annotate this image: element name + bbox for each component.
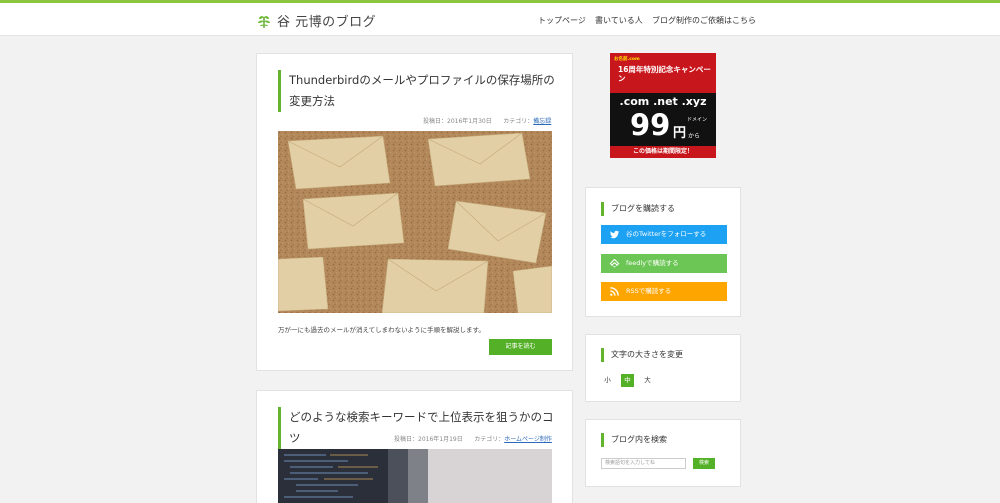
font-size-small-button[interactable]: 小 bbox=[601, 374, 614, 387]
twitter-follow-button[interactable]: 谷のTwitterをフォローする bbox=[601, 225, 727, 244]
ad-brand: お名前.com bbox=[614, 57, 640, 62]
feedly-subscribe-button[interactable]: feedlyで購読する bbox=[601, 254, 727, 273]
feedly-icon bbox=[609, 258, 620, 268]
read-more-button[interactable]: 記事を読む bbox=[489, 339, 552, 355]
feedly-button-label: feedlyで購読する bbox=[626, 259, 679, 267]
category-label: カテゴリ： bbox=[474, 436, 505, 443]
post-date: 投稿日：2016年1月19日 bbox=[394, 436, 463, 443]
post-card: どのような検索キーワードで上位表示を狙うかのコツ 投稿日：2016年1月19日 … bbox=[256, 390, 573, 503]
site-logo[interactable]: 谷 元博のブログ bbox=[256, 11, 376, 30]
category-label: カテゴリ： bbox=[503, 118, 534, 125]
post-meta: 投稿日：2016年1月30日 カテゴリ：備忘録 bbox=[423, 116, 551, 125]
ad-currency: 円 bbox=[673, 126, 687, 141]
ad-from: から bbox=[688, 133, 701, 140]
post-thumbnail[interactable] bbox=[278, 131, 552, 313]
ad-banner[interactable]: お名前.com 16周年特別記念キャンペーン .com .net .xyz 99… bbox=[610, 53, 716, 158]
post-title[interactable]: Thunderbirdのメールやプロファイルの保存場所の変更方法 bbox=[278, 70, 558, 112]
site-title: 谷 元博のブログ bbox=[277, 15, 377, 30]
nav-request[interactable]: ブログ制作のご依頼はこちら bbox=[652, 15, 756, 26]
rss-icon bbox=[610, 287, 619, 296]
ad-headline: 16周年特別記念キャンペーン bbox=[618, 65, 711, 83]
post-card: Thunderbirdのメールやプロファイルの保存場所の変更方法 投稿日：201… bbox=[256, 53, 573, 371]
ad-domain-label: ドメイン bbox=[687, 117, 708, 123]
widget-title: 文字の大きさを変更 bbox=[601, 348, 683, 362]
rss-button-label: RSSで購読する bbox=[626, 287, 672, 295]
widget-title: ブログを購読する bbox=[601, 202, 675, 216]
post-thumbnail[interactable] bbox=[278, 449, 552, 503]
post-excerpt: 万が一にも過去のメールが消えてしまわないように手順を解説します。 bbox=[278, 326, 485, 334]
font-size-large-button[interactable]: 大 bbox=[641, 374, 654, 387]
subscribe-widget: ブログを購読する 谷のTwitterをフォローする feedlyで購読する RS… bbox=[585, 187, 741, 317]
post-category-link[interactable]: 備忘録 bbox=[533, 118, 551, 125]
ad-price-block: 99 円 ドメイン から bbox=[630, 108, 716, 142]
search-widget: ブログ内を検索 検索語句を入力してね 検索 bbox=[585, 419, 741, 487]
twitter-button-label: 谷のTwitterをフォローする bbox=[626, 230, 707, 238]
site-header: 谷 元博のブログ トップページ 書いている人 ブログ制作のご依頼はこちら bbox=[0, 3, 1000, 36]
font-size-medium-button[interactable]: 中 bbox=[621, 374, 634, 387]
twitter-bird-icon bbox=[610, 230, 620, 239]
rss-subscribe-button[interactable]: RSSで購読する bbox=[601, 282, 727, 301]
leaf-logo-icon bbox=[258, 15, 270, 28]
post-meta: 投稿日：2016年1月19日 カテゴリ：ホームページ制作 bbox=[394, 434, 552, 443]
search-button[interactable]: 検索 bbox=[693, 458, 715, 469]
post-category-link[interactable]: ホームページ制作 bbox=[504, 436, 552, 443]
post-date: 投稿日：2016年1月30日 bbox=[423, 118, 492, 125]
widget-title: ブログ内を検索 bbox=[601, 433, 667, 447]
ad-footer: この価格は期間限定！ bbox=[610, 146, 716, 158]
ad-tlds: .com .net .xyz bbox=[619, 95, 707, 108]
nav-top-page[interactable]: トップページ bbox=[538, 15, 586, 26]
font-size-widget: 文字の大きさを変更 小 中 大 bbox=[585, 334, 741, 402]
search-input[interactable]: 検索語句を入力してね bbox=[601, 458, 686, 469]
nav-author[interactable]: 書いている人 bbox=[595, 15, 643, 26]
ad-price: 99 bbox=[630, 108, 671, 142]
